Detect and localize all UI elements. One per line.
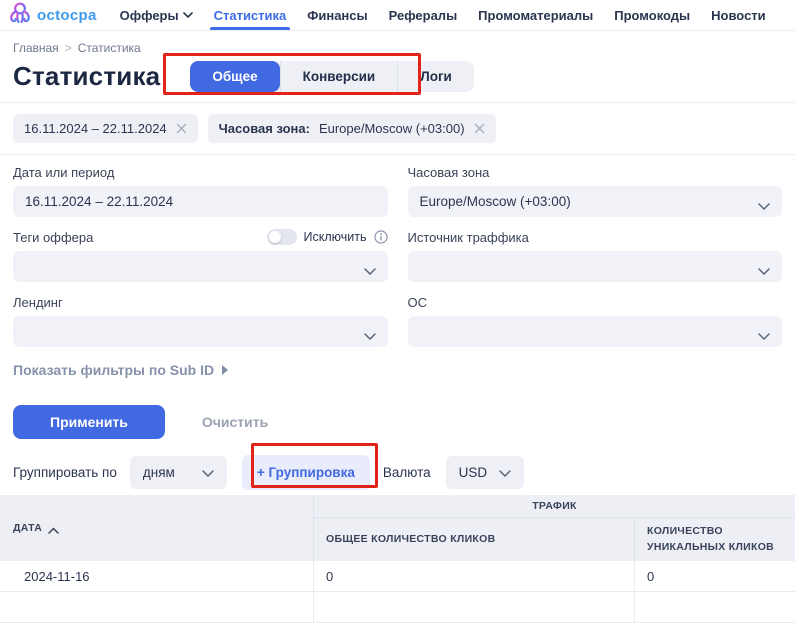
nav-item-promo-codes[interactable]: Промокоды <box>614 0 690 30</box>
tab-general[interactable]: Общее <box>190 61 280 92</box>
landing-select[interactable] <box>13 316 388 347</box>
field-label: Дата или период <box>13 164 115 180</box>
nav-item-referrals[interactable]: Рефералы <box>389 0 458 30</box>
chevron-down-icon <box>363 328 376 341</box>
nav-item-finances[interactable]: Финансы <box>307 0 367 30</box>
exclude-toggle[interactable] <box>266 229 297 245</box>
actions-row: Применить Очистить <box>0 378 795 439</box>
chevron-down-icon <box>498 465 511 480</box>
field-label: Лендинг <box>13 294 63 310</box>
cell-total-clicks: 0 <box>313 561 634 591</box>
cell-unique-clicks: 0 <box>634 561 795 591</box>
filters-form: Дата или период 16.11.2024 – 22.11.2024 … <box>0 155 795 347</box>
date-period-input[interactable]: 16.11.2024 – 22.11.2024 <box>13 186 388 217</box>
nav-item-offers[interactable]: Офферы <box>120 0 193 30</box>
traffic-source-select[interactable] <box>407 251 782 282</box>
chevron-down-icon <box>182 12 193 18</box>
column-header-date[interactable]: ДАТА <box>0 495 313 561</box>
chevron-down-icon <box>363 263 376 276</box>
field-label: Теги оффера <box>13 229 94 245</box>
field-label: Часовая зона <box>407 164 490 180</box>
logo[interactable]: octocpa <box>8 0 99 30</box>
nav-item-news[interactable]: Новости <box>711 0 766 30</box>
table-row[interactable] <box>0 592 795 623</box>
grouping-row: Группировать по дням + Группировка Валют… <box>0 439 795 490</box>
column-group-header-traffic: ТРАФИК <box>313 495 795 518</box>
clear-button[interactable]: Очистить <box>202 414 268 430</box>
exclude-label: Исключить <box>303 230 367 244</box>
field-timezone: Часовая зона Europe/Moscow (+03:00) <box>407 164 782 217</box>
cell-date: 2024-11-16 <box>24 568 90 584</box>
field-label: ОС <box>407 294 428 310</box>
nav-item-statistics[interactable]: Статистика <box>209 0 290 30</box>
field-os: ОС <box>407 294 782 347</box>
group-by-select[interactable]: дням <box>129 455 227 489</box>
active-filter-chips: 16.11.2024 – 22.11.2024 Часовая зона: Eu… <box>0 103 795 154</box>
title-row: Статистика Общее Конверсии Логи <box>0 55 795 102</box>
currency-select[interactable]: USD <box>445 455 524 489</box>
logo-text: octocpa <box>37 6 97 24</box>
info-icon[interactable] <box>373 230 388 244</box>
field-label: Источник траффика <box>407 229 529 245</box>
breadcrumb-separator: > <box>64 41 72 55</box>
close-icon[interactable] <box>474 123 485 134</box>
field-date-period: Дата или период 16.11.2024 – 22.11.2024 <box>13 164 388 217</box>
nav-item-promo-materials[interactable]: Промоматериалы <box>478 0 593 30</box>
currency-label: Валюта <box>382 464 431 480</box>
statistics-table: ДАТА ТРАФИК ОБЩЕЕ КОЛИЧЕСТВО КЛИКОВ КОЛИ… <box>0 495 795 623</box>
timezone-select[interactable]: Europe/Moscow (+03:00) <box>407 186 782 217</box>
show-subid-filters-link[interactable]: Показать фильтры по Sub ID <box>13 362 214 378</box>
field-offer-tags: Теги оффера Исключить <box>13 229 388 282</box>
chip-timezone: Часовая зона: Europe/Moscow (+03:00) <box>207 114 496 143</box>
field-traffic-source: Источник траффика <box>407 229 782 282</box>
subid-filters-row: Показать фильтры по Sub ID <box>0 347 795 378</box>
table-header: ДАТА ТРАФИК ОБЩЕЕ КОЛИЧЕСТВО КЛИКОВ КОЛИ… <box>0 495 795 561</box>
chevron-down-icon <box>758 263 770 276</box>
top-navigation: octocpa Офферы Статистика Финансы Рефера… <box>0 0 795 31</box>
statistics-tabs: Общее Конверсии Логи <box>190 61 474 92</box>
chevron-down-icon <box>202 465 214 480</box>
add-grouping-button[interactable]: + Группировка <box>241 454 370 490</box>
column-header-total-clicks: ОБЩЕЕ КОЛИЧЕСТВО КЛИКОВ <box>313 518 634 561</box>
chip-date-range: 16.11.2024 – 22.11.2024 <box>13 114 198 143</box>
expand-arrow-icon[interactable] <box>222 365 229 375</box>
group-by-label: Группировать по <box>13 464 117 480</box>
breadcrumb: Главная > Статистика <box>0 31 795 55</box>
chevron-down-icon <box>758 328 770 341</box>
table-row[interactable]: 2024-11-16 0 0 <box>0 561 795 592</box>
breadcrumb-current: Статистика <box>77 41 141 55</box>
os-select[interactable] <box>407 316 782 347</box>
column-header-unique-clicks: КОЛИЧЕСТВО УНИКАЛЬНЫХ КЛИКОВ <box>634 518 795 561</box>
breadcrumb-home[interactable]: Главная <box>13 41 59 55</box>
page-title: Статистика <box>13 61 161 91</box>
offer-tags-select[interactable] <box>13 251 388 282</box>
sort-asc-icon <box>48 525 59 534</box>
close-icon[interactable] <box>176 123 187 134</box>
tab-logs[interactable]: Логи <box>397 61 474 92</box>
octopus-logo-icon <box>8 1 32 30</box>
tab-conversions[interactable]: Конверсии <box>279 61 398 92</box>
field-landing: Лендинг <box>13 294 388 347</box>
chevron-down-icon <box>758 198 770 211</box>
apply-button[interactable]: Применить <box>13 405 165 439</box>
